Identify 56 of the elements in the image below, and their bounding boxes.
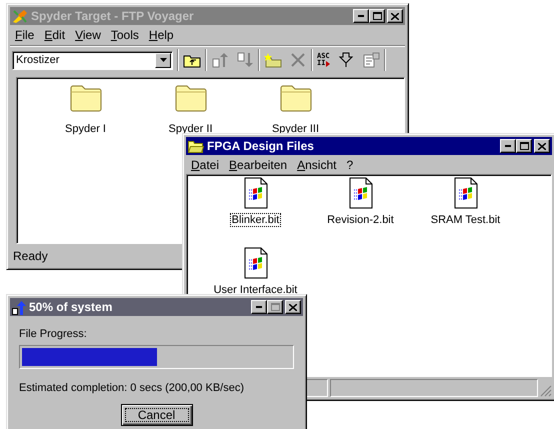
folder-icon[interactable] bbox=[174, 83, 206, 112]
cancel-button[interactable]: Cancel bbox=[120, 404, 192, 426]
menu-item[interactable]: File bbox=[10, 28, 40, 42]
minimize-icon bbox=[358, 15, 364, 17]
dropdown-button[interactable] bbox=[155, 52, 171, 68]
caret-icon bbox=[160, 58, 166, 62]
minimize-button[interactable] bbox=[353, 9, 369, 23]
folder-combo-box[interactable]: Krostizer bbox=[12, 50, 173, 70]
close-button[interactable] bbox=[387, 9, 403, 23]
status-text: Ready bbox=[13, 249, 48, 263]
maximize-icon bbox=[270, 303, 280, 311]
filter-icon[interactable] bbox=[337, 52, 356, 68]
close-button[interactable] bbox=[534, 139, 550, 153]
menu-item[interactable]: Bearbeiten bbox=[224, 158, 292, 172]
folder-label[interactable]: Spyder II bbox=[166, 122, 215, 136]
folder-label[interactable]: Spyder III bbox=[270, 122, 322, 136]
file-icon[interactable] bbox=[348, 177, 372, 209]
menu-item[interactable]: Edit bbox=[39, 28, 70, 42]
file-icon[interactable] bbox=[244, 177, 268, 209]
file-icon[interactable] bbox=[244, 247, 268, 279]
minimize-icon bbox=[505, 145, 511, 147]
menu-item[interactable]: Tools bbox=[106, 28, 144, 42]
menu-item[interactable]: Ansicht bbox=[292, 158, 342, 172]
close-button[interactable] bbox=[285, 300, 301, 314]
minimize-button[interactable] bbox=[251, 300, 267, 314]
maximize-button[interactable] bbox=[267, 300, 283, 314]
folder-icon[interactable] bbox=[70, 83, 102, 112]
menu-item[interactable]: ? bbox=[341, 158, 358, 172]
menu-item[interactable]: Help bbox=[144, 28, 179, 42]
folder-icon bbox=[188, 140, 204, 152]
window-title: 50% of system bbox=[29, 300, 114, 314]
file-label[interactable]: Revision-2.bit bbox=[325, 213, 396, 227]
estimate-text: Estimated completion: 0 secs (200,00 KB/sec) bbox=[19, 382, 245, 394]
upload-icon bbox=[12, 300, 26, 314]
file-label[interactable]: User Interface.bit bbox=[212, 283, 300, 297]
close-icon bbox=[391, 12, 399, 20]
maximize-icon bbox=[520, 142, 528, 150]
maximize-button[interactable] bbox=[369, 9, 385, 23]
menu-item[interactable]: View bbox=[70, 28, 106, 42]
minimize-button[interactable] bbox=[500, 139, 516, 153]
folder-icon[interactable] bbox=[280, 83, 312, 112]
close-icon bbox=[289, 304, 297, 310]
window-title: FPGA Design Files bbox=[207, 139, 315, 153]
file-icon[interactable] bbox=[454, 177, 478, 209]
progress-label: File Progress: bbox=[19, 328, 88, 340]
close-icon bbox=[538, 142, 546, 150]
maximize-button[interactable] bbox=[516, 139, 532, 153]
new-folder-icon[interactable] bbox=[264, 52, 282, 68]
minimize-icon bbox=[256, 306, 262, 308]
folder-label[interactable]: Spyder I bbox=[63, 122, 108, 136]
file-label[interactable]: SRAM Test.bit bbox=[428, 213, 502, 227]
window-title: Spyder Target - FTP Voyager bbox=[31, 9, 195, 23]
maximize-icon bbox=[372, 12, 382, 20]
menu-item[interactable]: Datei bbox=[186, 158, 224, 172]
size-grip-icon[interactable] bbox=[540, 385, 552, 397]
file-label[interactable]: Blinker.bit bbox=[230, 213, 282, 227]
